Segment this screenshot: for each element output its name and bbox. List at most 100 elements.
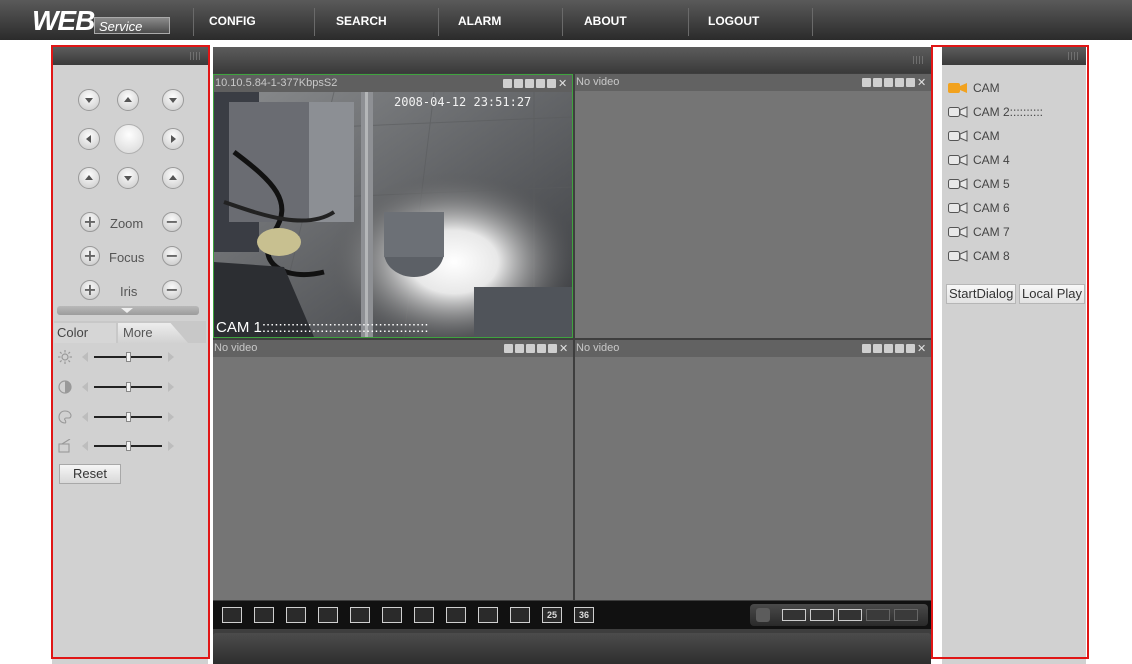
grid-mode-button[interactable]	[810, 609, 834, 621]
camera-item[interactable]: CAM 6	[948, 196, 1084, 220]
close-icon[interactable]: ✕	[917, 343, 926, 354]
ptz-collapse-bar[interactable]	[57, 306, 199, 315]
slider-decrease-icon[interactable]	[82, 382, 88, 392]
layout-6-button[interactable]	[350, 607, 370, 623]
focus-far-button[interactable]: −	[162, 246, 182, 266]
nav-logout[interactable]: LOGOUT	[708, 11, 759, 31]
layout-36-button[interactable]: 36	[574, 607, 594, 623]
zoom-icon[interactable]	[525, 79, 534, 88]
fullscreen-icon[interactable]	[895, 344, 904, 353]
layout-single-button[interactable]	[286, 607, 306, 623]
reset-button[interactable]: Reset	[59, 464, 121, 484]
slider-increase-icon[interactable]	[168, 412, 174, 422]
zoom-icon[interactable]	[526, 344, 535, 353]
logo: WEB Service	[14, 5, 190, 37]
slider-thumb[interactable]	[125, 441, 131, 451]
video-cell-3[interactable]: No video ✕	[213, 340, 573, 600]
iris-open-button[interactable]: +	[80, 280, 100, 300]
iris-close-button[interactable]: −	[162, 280, 182, 300]
ptz-down-button[interactable]	[117, 167, 139, 189]
layout-4-button[interactable]	[318, 607, 338, 623]
snapshot-icon[interactable]	[873, 78, 882, 87]
no-video-label: No video	[214, 342, 258, 354]
ptz-down-right-button[interactable]	[162, 167, 184, 189]
layout-25-button[interactable]: 25	[542, 607, 562, 623]
layout-20-button[interactable]	[510, 607, 530, 623]
tab-color[interactable]: Color	[54, 323, 116, 343]
zoom-out-button[interactable]: −	[162, 212, 182, 232]
audio-icon[interactable]	[906, 344, 915, 353]
video-cell-2[interactable]: No video ✕	[575, 74, 931, 338]
nav-about[interactable]: ABOUT	[584, 11, 627, 31]
slider-increase-icon[interactable]	[168, 441, 174, 451]
grip-icon[interactable]	[1068, 52, 1080, 60]
grip-icon[interactable]	[913, 56, 925, 64]
slider-decrease-icon[interactable]	[82, 352, 88, 362]
record-icon[interactable]	[504, 344, 513, 353]
screen-mode-button[interactable]	[838, 609, 862, 621]
camera-item[interactable]: CAM	[948, 76, 1084, 100]
audio-icon[interactable]	[547, 79, 556, 88]
grip-icon[interactable]	[190, 52, 202, 60]
layout-1-button[interactable]	[222, 607, 242, 623]
fullscreen-icon[interactable]	[536, 79, 545, 88]
zoom-icon[interactable]	[884, 78, 893, 87]
slider-increase-icon[interactable]	[168, 382, 174, 392]
contrast-slider[interactable]	[94, 382, 162, 392]
close-icon[interactable]: ✕	[558, 78, 567, 89]
layout-fullscreen-button[interactable]	[254, 607, 274, 623]
close-icon[interactable]: ✕	[917, 77, 926, 88]
camera-item[interactable]: CAM 5	[948, 172, 1084, 196]
fullscreen-icon[interactable]	[537, 344, 546, 353]
video-cell-4[interactable]: No video ✕	[575, 340, 931, 600]
ptz-down-left-button[interactable]	[78, 167, 100, 189]
slider-thumb[interactable]	[125, 382, 131, 392]
ptz-right-button[interactable]	[162, 128, 184, 150]
camera-item[interactable]: CAM 4	[948, 148, 1084, 172]
audio-icon[interactable]	[906, 78, 915, 87]
contrast-icon	[58, 380, 72, 394]
layout-13-button[interactable]	[446, 607, 466, 623]
focus-near-button[interactable]: +	[80, 246, 100, 266]
nav-config[interactable]: CONFIG	[209, 11, 256, 31]
fullscreen-icon[interactable]	[895, 78, 904, 87]
snapshot-icon[interactable]	[514, 79, 523, 88]
video-cell-1[interactable]: 10.10.5.84-1-377KbpsS2 ✕ 2008-04-12 23:5…	[213, 74, 573, 338]
slider-decrease-icon[interactable]	[82, 441, 88, 451]
layout-8-button[interactable]	[382, 607, 402, 623]
slider-thumb[interactable]	[125, 412, 131, 422]
zoom-in-button[interactable]: +	[80, 212, 100, 232]
snapshot-icon[interactable]	[873, 344, 882, 353]
nav-alarm[interactable]: ALARM	[458, 11, 501, 31]
brightness-slider[interactable]	[94, 352, 162, 362]
layout-16-button[interactable]	[478, 607, 498, 623]
close-icon[interactable]: ✕	[559, 343, 568, 354]
snapshot-icon[interactable]	[515, 344, 524, 353]
layout-9-button[interactable]	[414, 607, 434, 623]
slider-decrease-icon[interactable]	[82, 412, 88, 422]
record-icon[interactable]	[862, 344, 871, 353]
nav-search[interactable]: SEARCH	[336, 11, 387, 31]
ptz-up-right-button[interactable]	[162, 89, 184, 111]
audio-icon[interactable]	[548, 344, 557, 353]
camera-item[interactable]: CAM	[948, 124, 1084, 148]
start-dialog-button[interactable]: StartDialog	[946, 284, 1017, 304]
slider-increase-icon[interactable]	[168, 352, 174, 362]
ptz-up-button[interactable]	[117, 89, 139, 111]
ptz-up-left-button[interactable]	[78, 89, 100, 111]
slider-thumb[interactable]	[125, 352, 131, 362]
disabled-mode-button	[894, 609, 918, 621]
hue-slider[interactable]	[94, 441, 162, 451]
record-icon[interactable]	[862, 78, 871, 87]
camera-item[interactable]: CAM 7	[948, 220, 1084, 244]
local-play-button[interactable]: Local Play	[1019, 284, 1085, 304]
record-icon[interactable]	[503, 79, 512, 88]
ptz-left-button[interactable]	[78, 128, 100, 150]
toggle-icon[interactable]	[756, 608, 770, 622]
zoom-icon[interactable]	[884, 344, 893, 353]
camera-item[interactable]: CAM 8	[948, 244, 1084, 268]
window-mode-button[interactable]	[782, 609, 806, 621]
saturation-slider[interactable]	[94, 412, 162, 422]
camera-item[interactable]: CAM 2::::::::::	[948, 100, 1084, 124]
ptz-center-button[interactable]	[114, 124, 144, 154]
